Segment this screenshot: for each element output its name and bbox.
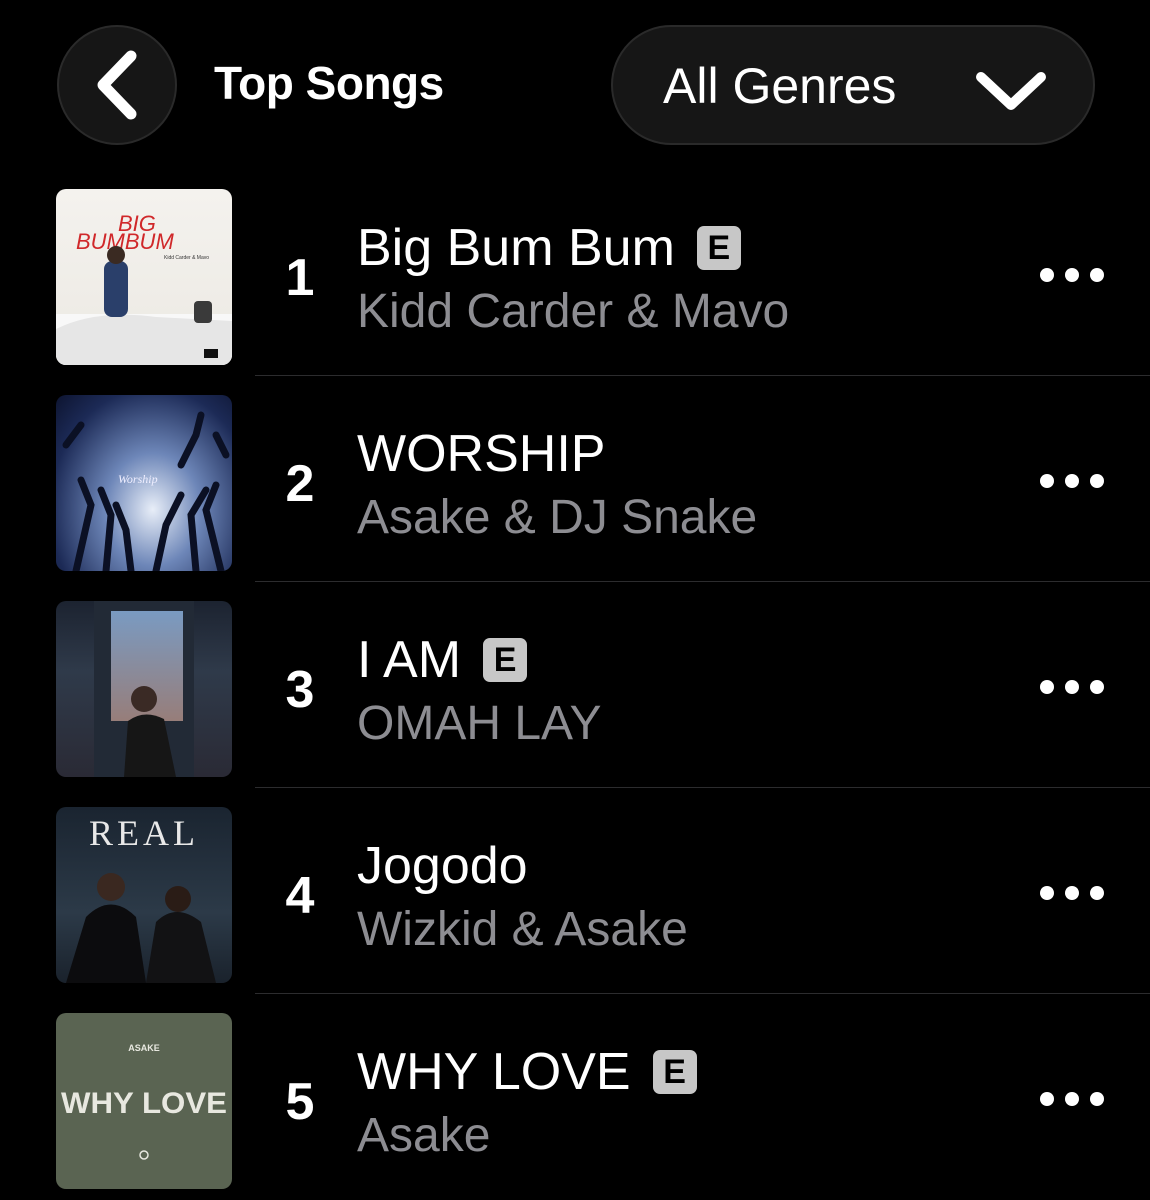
song-row[interactable]: REAL 4 Jogodo Wizkid & Asake [0, 788, 1150, 994]
song-title-wrap: WHY LOVE E [357, 1042, 697, 1102]
song-title: WORSHIP [357, 425, 606, 483]
artist-name[interactable]: OMAH LAY [357, 696, 602, 751]
more-options-button[interactable] [1040, 878, 1104, 908]
song-title-wrap: Big Bum Bum E [357, 218, 741, 278]
genre-dropdown-label: All Genres [663, 58, 897, 114]
artist-name[interactable]: Kidd Carder & Mavo [357, 284, 789, 339]
artist-name[interactable]: Asake & DJ Snake [357, 490, 757, 545]
more-options-button[interactable] [1040, 466, 1104, 496]
explicit-badge: E [483, 638, 528, 682]
chart-rank: 4 [285, 867, 315, 925]
chevron-left-icon [97, 50, 137, 120]
cover-text-small: Kidd Carder & Mavo [164, 255, 209, 261]
album-cover [56, 601, 232, 777]
chart-rank: 1 [285, 249, 315, 307]
more-options-button[interactable] [1040, 1084, 1104, 1114]
page-title: Top Songs [214, 57, 444, 109]
song-title-wrap: Jogodo [357, 836, 528, 896]
artist-name[interactable]: Wizkid & Asake [357, 902, 688, 957]
explicit-badge: E [652, 1050, 697, 1094]
song-list: BIG BUMBUM Kidd Carder & Mavo 1 Big Bum … [0, 170, 1150, 1200]
back-button[interactable] [57, 25, 177, 145]
album-cover: Worship [56, 395, 232, 571]
artist-name[interactable]: Asake [357, 1108, 490, 1163]
header: Top Songs All Genres [0, 0, 1150, 170]
chart-rank: 5 [285, 1073, 315, 1131]
song-title: WHY LOVE [357, 1043, 631, 1101]
chart-rank: 3 [285, 661, 315, 719]
explicit-badge: E [696, 226, 741, 270]
cover-text-main: WHY LOVE [61, 1087, 227, 1120]
album-cover: ASAKE WHY LOVE [56, 1013, 232, 1189]
more-options-button[interactable] [1040, 672, 1104, 702]
cover-text-top: ASAKE [128, 1043, 160, 1053]
song-title-wrap: WORSHIP [357, 424, 605, 484]
chart-rank: 2 [285, 455, 315, 513]
song-row[interactable]: Worship 2 WORSHIP Asake & DJ Snake [0, 376, 1150, 582]
more-options-button[interactable] [1040, 260, 1104, 290]
song-row[interactable]: ASAKE WHY LOVE 5 WHY LOVE E Asake [0, 994, 1150, 1200]
cover-text-main: Worship [118, 472, 158, 486]
album-cover: REAL [56, 807, 232, 983]
album-cover: BIG BUMBUM Kidd Carder & Mavo [56, 189, 232, 365]
cover-text-bottom: BUMBUM [76, 229, 174, 254]
song-row[interactable]: 3 I AM E OMAH LAY [0, 582, 1150, 788]
cover-text-main: REAL [89, 813, 199, 853]
song-row[interactable]: BIG BUMBUM Kidd Carder & Mavo 1 Big Bum … [0, 170, 1150, 376]
chevron-down-icon [976, 72, 1046, 110]
song-title: I AM [357, 631, 462, 689]
song-title: Big Bum Bum [357, 219, 675, 277]
song-title: Jogodo [357, 837, 528, 895]
genre-dropdown[interactable]: All Genres [611, 25, 1095, 145]
song-title-wrap: I AM E [357, 630, 528, 690]
